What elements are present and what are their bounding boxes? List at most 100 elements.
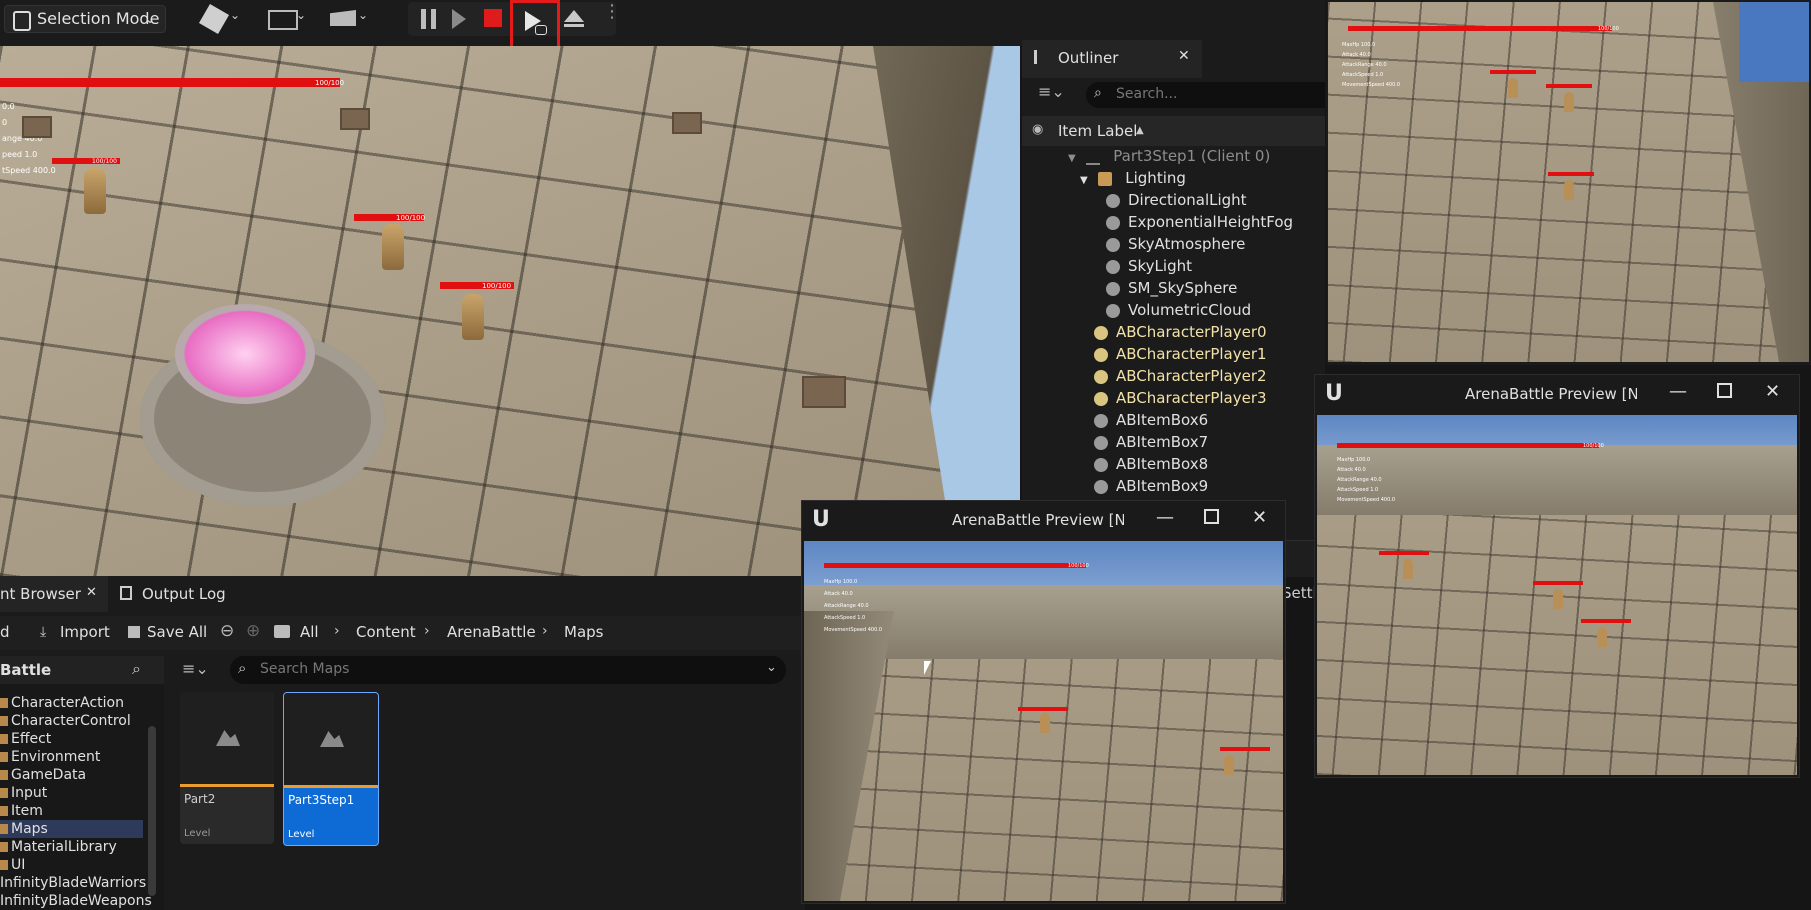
tree-item[interactable]: GameData <box>0 766 86 784</box>
save-all-button[interactable]: Save All <box>147 623 207 641</box>
outliner-item-row[interactable]: ABCharacterPlayer0 <box>1094 321 1267 343</box>
outliner-item-row[interactable]: ABItemBox7 <box>1094 431 1208 453</box>
back-arrow-icon[interactable]: ⊖ <box>220 621 234 641</box>
character-figure[interactable] <box>462 294 484 340</box>
tree-item[interactable]: Effect <box>0 730 51 748</box>
minimize-icon[interactable]: — <box>1669 381 1687 402</box>
close-icon[interactable]: ✕ <box>86 585 97 600</box>
filter-icon[interactable]: ≡⌄ <box>1038 82 1065 101</box>
search-icon[interactable]: ⌕ <box>132 659 141 679</box>
level-thumbnail-icon <box>216 730 240 746</box>
more-options-icon[interactable]: ⋮ <box>603 3 621 21</box>
outliner-item-row[interactable]: ABCharacterPlayer1 <box>1094 343 1267 365</box>
filter-icon[interactable]: ≡⌄ <box>182 659 209 678</box>
tree-item[interactable]: Item <box>0 802 43 820</box>
step-frame-icon[interactable] <box>452 9 466 29</box>
game-view[interactable]: 100/100 MaxHp 100.0 Attack 40.0 AttackRa… <box>1317 415 1797 775</box>
tree-scrollbar[interactable] <box>148 726 156 896</box>
character-figure[interactable] <box>382 224 404 270</box>
stat-line: tSpeed 400.0 <box>2 166 56 175</box>
outliner-tab-label: Outliner <box>1058 49 1119 67</box>
outliner-item-row[interactable]: SM_SkySphere <box>1106 277 1237 299</box>
breadcrumb-item[interactable]: Content <box>356 623 416 641</box>
window-title-bar[interactable]: U ArenaBattle Preview [NetMo — ✕ <box>802 501 1285 541</box>
character-hp-bar <box>1548 172 1594 176</box>
level-viewport[interactable]: 100/100 0.0 0 ange 40.0 peed 1.0 tSpeed … <box>0 46 1020 576</box>
outliner-root-row[interactable]: ▼ Part3Step1 (Client 0) <box>1068 145 1270 167</box>
visibility-eye-icon[interactable]: ◉ <box>1032 122 1043 137</box>
preview-window-right[interactable]: U ArenaBattle Preview [NetMo — ✕ 100/100… <box>1314 374 1800 778</box>
close-icon[interactable]: ✕ <box>1765 381 1780 402</box>
outliner-tab[interactable]: Outliner ✕ <box>1022 40 1202 78</box>
breadcrumb-item[interactable]: All <box>300 623 319 641</box>
outliner-folder-row[interactable]: ▼ Lighting <box>1080 167 1186 189</box>
tree-item-label: CharacterControl <box>11 713 131 729</box>
asset-tile-selected[interactable]: Part3Step1 Level <box>283 692 379 846</box>
outliner-item-row[interactable]: SkyAtmosphere <box>1106 233 1245 255</box>
tree-item[interactable]: UI <box>0 856 25 874</box>
outliner-item-row[interactable]: ABItemBox6 <box>1094 409 1208 431</box>
window-title-bar[interactable]: U ArenaBattle Preview [NetMo — ✕ <box>1315 375 1799 415</box>
outliner-item-row[interactable]: SkyLight <box>1106 255 1192 277</box>
tree-item[interactable]: Environment <box>0 748 100 766</box>
item-box[interactable] <box>22 116 52 138</box>
item-box[interactable] <box>672 112 702 134</box>
content-browser-tab[interactable]: nt Browser ✕ <box>0 576 108 612</box>
tree-item[interactable]: CharacterAction <box>0 694 124 712</box>
outliner-item-row[interactable]: ExponentialHeightFog <box>1106 211 1293 233</box>
add-actor-icon[interactable] <box>198 3 230 35</box>
breadcrumb-item[interactable]: ArenaBattle <box>447 623 536 641</box>
game-view[interactable]: 100/100 MaxHp 100.0 Attack 40.0 AttackRa… <box>1328 2 1809 362</box>
minimize-icon[interactable]: — <box>1156 507 1174 528</box>
tree-item[interactable]: Input <box>0 784 47 802</box>
portal-pad[interactable] <box>175 304 315 404</box>
preview-window-center[interactable]: U ArenaBattle Preview [NetMo — ✕ 100/100… <box>801 500 1286 904</box>
skylight-icon <box>1106 259 1120 274</box>
pawn-icon <box>1094 369 1108 384</box>
forward-arrow-icon[interactable]: ⊕ <box>246 621 260 641</box>
item-box[interactable] <box>802 376 846 408</box>
column-header[interactable]: ◉ Item Label ▲ <box>1022 116 1325 146</box>
outliner-item-row[interactable]: ABCharacterPlayer2 <box>1094 365 1267 387</box>
close-icon[interactable]: ✕ <box>1178 48 1190 64</box>
chevron-down-icon[interactable]: ⌄ <box>766 660 777 675</box>
atmosphere-icon <box>1106 237 1120 252</box>
tree-item[interactable]: InfinityBladeWeapons <box>0 892 152 910</box>
maximize-icon[interactable] <box>1717 383 1732 398</box>
output-log-tab[interactable]: Output Log <box>118 576 248 612</box>
selection-mode-label: Selection Mode <box>37 9 160 28</box>
settings-tab-peek[interactable]: Setti <box>1282 584 1317 602</box>
close-icon[interactable]: ✕ <box>1252 507 1267 528</box>
asset-name: Part2 <box>184 792 216 806</box>
cinematics-icon[interactable] <box>330 10 356 26</box>
game-view[interactable]: 100/100 MaxHp 100.0 Attack 40.0 AttackRa… <box>804 541 1283 901</box>
outliner-search-input[interactable]: ⌕ Search... <box>1086 82 1325 108</box>
tree-item-label: CharacterAction <box>11 695 124 711</box>
selection-mode-dropdown[interactable]: Selection Mode ⌄ <box>4 5 166 33</box>
breadcrumb-item[interactable]: Maps <box>564 623 603 641</box>
item-box[interactable] <box>340 108 370 130</box>
character-hp-bar <box>1220 747 1270 751</box>
asset-tile[interactable]: Part2 Level <box>180 692 274 844</box>
character-figure[interactable] <box>84 168 106 214</box>
blueprint-icon[interactable] <box>268 10 298 30</box>
maximize-icon[interactable] <box>1204 509 1219 524</box>
tree-item-selected[interactable]: Maps <box>0 820 143 838</box>
pause-icon[interactable] <box>421 9 426 29</box>
outliner-item-row[interactable]: ABItemBox8 <box>1094 453 1208 475</box>
stop-icon[interactable] <box>484 9 502 27</box>
outliner-item-row[interactable]: ABCharacterPlayer3 <box>1094 387 1267 409</box>
eject-icon[interactable] <box>564 10 584 22</box>
tree-item[interactable]: CharacterControl <box>0 712 131 730</box>
outliner-item-row[interactable]: VolumetricCloud <box>1106 299 1251 321</box>
play-button-highlight[interactable] <box>510 0 560 50</box>
outliner-item-row[interactable]: DirectionalLight <box>1106 189 1247 211</box>
asset-search-input[interactable]: ⌕ Search Maps ⌄ <box>230 656 786 684</box>
outliner-item-row[interactable]: ABItemBox9 <box>1094 475 1208 497</box>
character-hp-bar <box>1018 707 1068 711</box>
preview-window-top[interactable]: 100/100 MaxHp 100.0 Attack 40.0 AttackRa… <box>1326 0 1811 365</box>
tree-item[interactable]: InfinityBladeWarriors <box>0 874 146 892</box>
import-button[interactable]: Import <box>60 623 110 641</box>
add-button[interactable]: d <box>0 623 10 641</box>
tree-item[interactable]: MaterialLibrary <box>0 838 117 856</box>
